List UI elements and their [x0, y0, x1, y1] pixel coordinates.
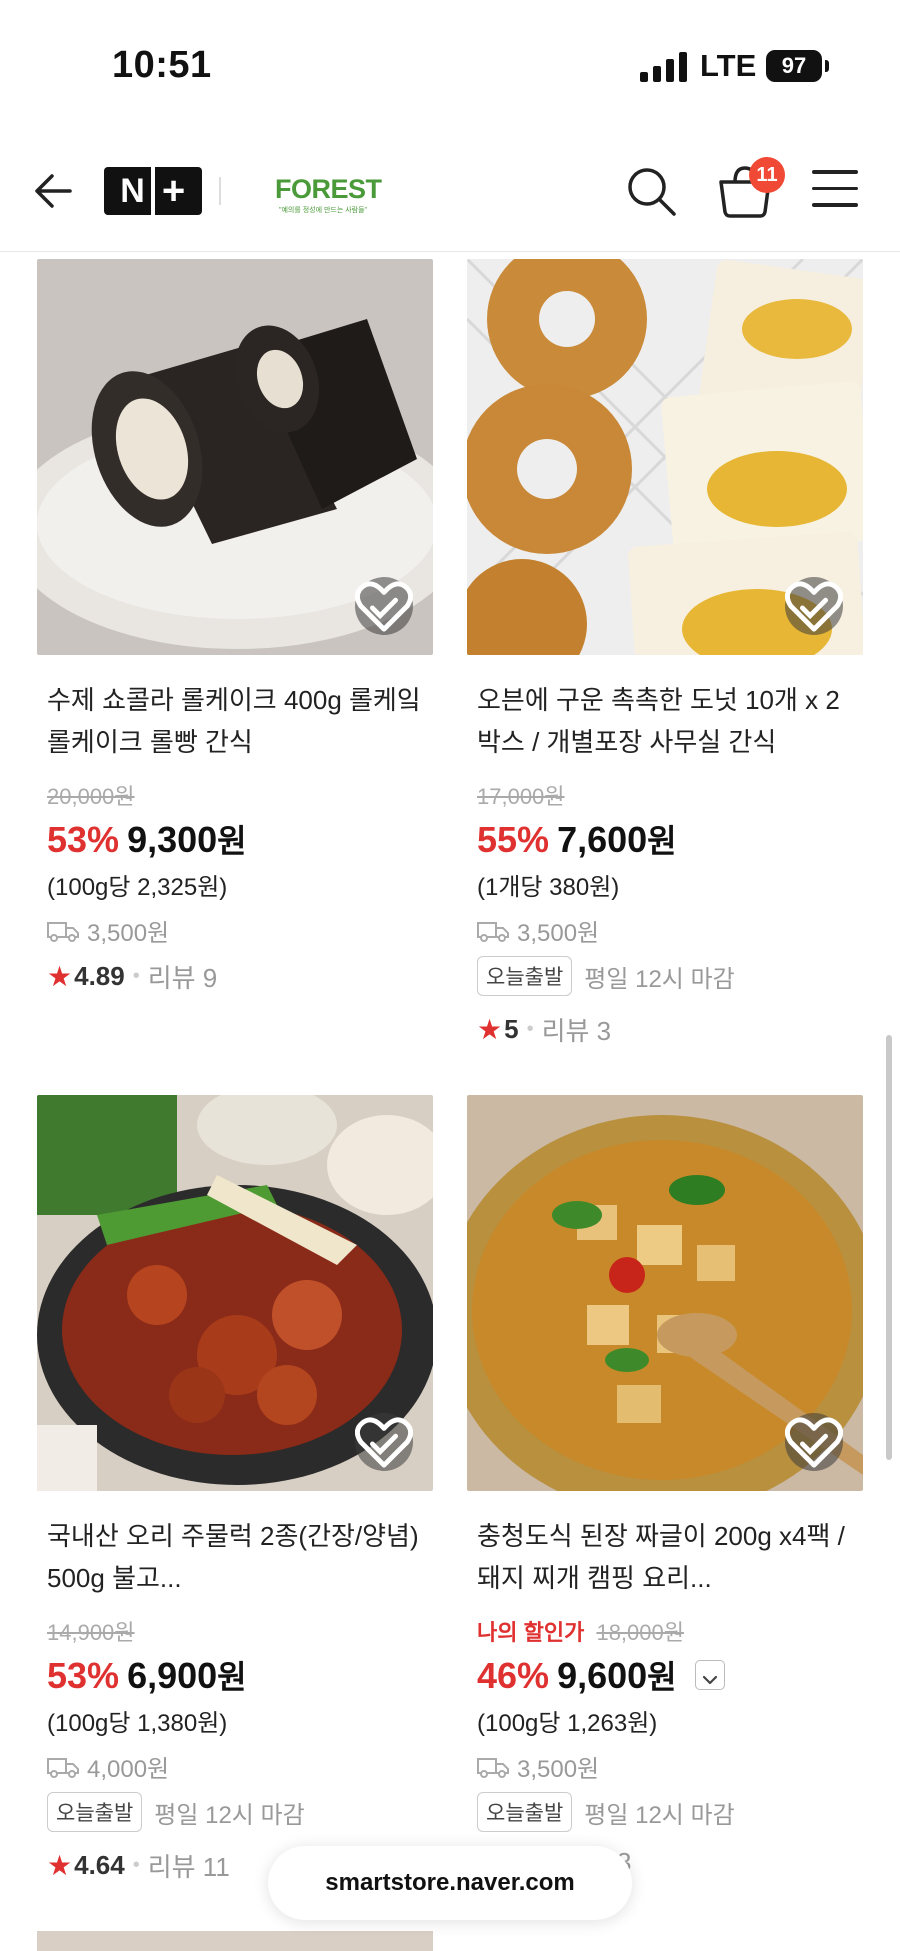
signal-icon	[640, 52, 687, 82]
store-brand-logo[interactable]: FOREST	[275, 174, 382, 205]
review-count: 리뷰 11	[147, 1852, 230, 1882]
separator-dot: •	[132, 1854, 140, 1876]
wishlist-heart-icon[interactable]	[355, 1413, 413, 1471]
shipping-fee: 3,500원	[477, 1749, 599, 1784]
battery-cap	[825, 60, 829, 72]
network-type: LTE	[700, 48, 757, 83]
shipping-fee-value: 3,500원	[517, 1756, 600, 1783]
product-title[interactable]: 수제 쇼콜라 롤케이크 400g 롤케잌 롤케이크 롤빵 간식	[47, 679, 427, 763]
original-price-row: 나의 할인가 18,000원	[477, 1615, 684, 1647]
review-count: 리뷰 9	[147, 963, 218, 993]
product-title[interactable]: 오븐에 구운 촉촉한 도넛 10개 x 2박스 / 개별포장 사무실 간식	[477, 679, 857, 763]
today-dispatch-row: 오늘출발 평일 12시 마감	[477, 956, 735, 996]
today-dispatch-row: 오늘출발 평일 12시 마감	[477, 1792, 735, 1832]
discount-rate: 53%	[47, 819, 120, 860]
star-icon: ★	[477, 1014, 503, 1045]
back-arrow-icon[interactable]	[30, 166, 80, 216]
truck-icon	[477, 1757, 509, 1778]
rating-score: 5	[504, 1014, 519, 1044]
wishlist-heart-icon[interactable]	[355, 577, 413, 635]
original-price: 17,000원	[477, 784, 565, 809]
product-image[interactable]	[467, 1095, 863, 1491]
shipping-fee-value: 3,500원	[87, 920, 170, 947]
next-product-image-peek	[37, 1931, 433, 1951]
today-dispatch-badge: 오늘출발	[47, 1792, 143, 1832]
shipping-fee-value: 3,500원	[517, 920, 600, 947]
url-bar[interactable]: smartstore.naver.com	[268, 1846, 632, 1920]
product-image[interactable]	[37, 1095, 433, 1491]
price-value: 9,300	[127, 819, 218, 860]
rating-row: ★ 5 • 리뷰 3	[477, 1011, 611, 1048]
wishlist-heart-icon[interactable]	[785, 1413, 843, 1471]
sale-price: 53% 9,300원	[47, 816, 247, 862]
separator-dot: •	[132, 965, 140, 987]
naver-plus-logo[interactable]: N +	[104, 167, 202, 215]
product-title[interactable]: 충청도식 된장 짜글이 200g x4팩 / 돼지 찌개 캠핑 요리...	[477, 1515, 857, 1599]
truck-icon	[47, 921, 79, 942]
status-bar: 10:51 LTE 97	[0, 0, 900, 130]
original-price: 18,000원	[596, 1620, 684, 1645]
status-time: 10:51	[112, 44, 212, 86]
price-unit: 원	[647, 823, 677, 859]
unit-price: (100g당 2,325원)	[47, 874, 228, 901]
top-nav: N + FOREST "예의를 정성에 만드는 사람들" 11	[0, 130, 900, 252]
today-dispatch-row: 오늘출발 평일 12시 마감	[47, 1792, 305, 1832]
price-detail-chevron-down-icon[interactable]	[694, 1660, 725, 1691]
truck-icon	[47, 1757, 79, 1778]
scrollbar[interactable]	[886, 1035, 892, 1460]
product-image[interactable]	[467, 259, 863, 655]
nav-divider	[219, 177, 221, 205]
battery-icon: 97	[766, 50, 822, 82]
review-count: 리뷰 3	[541, 1016, 612, 1046]
price-unit: 원	[217, 823, 247, 859]
store-brand-tagline: "예의를 정성에 만드는 사람들"	[278, 207, 368, 214]
shipping-fee: 3,500원	[47, 913, 169, 948]
rating-score: 4.64	[74, 1850, 125, 1880]
discount-rate: 53%	[47, 1655, 120, 1696]
logo-n: N	[120, 171, 145, 210]
truck-icon	[477, 921, 509, 942]
separator-dot: •	[526, 1018, 534, 1040]
original-price: 20,000원	[47, 784, 135, 809]
rating-row: ★ 4.64 • 리뷰 11	[47, 1847, 230, 1884]
search-icon[interactable]	[624, 164, 678, 218]
hamburger-menu-icon[interactable]	[812, 170, 860, 210]
price-value: 7,600	[557, 819, 648, 860]
unit-price: (1개당 380원)	[477, 874, 620, 901]
discount-rate: 46%	[477, 1655, 550, 1696]
sale-price: 53% 6,900원	[47, 1652, 247, 1698]
sale-price: 46% 9,600원	[477, 1652, 725, 1698]
my-deal-label: 나의 할인가	[477, 1620, 585, 1645]
discount-rate: 55%	[477, 819, 550, 860]
sale-price: 55% 7,600원	[477, 816, 677, 862]
today-dispatch-deadline: 평일 12시 마감	[154, 1801, 305, 1829]
price-unit: 원	[217, 1659, 247, 1695]
today-dispatch-badge: 오늘출발	[477, 1792, 573, 1832]
shipping-fee: 4,000원	[47, 1749, 169, 1784]
rating-score: 4.89	[74, 961, 125, 991]
today-dispatch-badge: 오늘출발	[477, 956, 573, 996]
rating-row: ★ 4.89 • 리뷰 9	[47, 958, 217, 995]
star-icon: ★	[47, 961, 73, 992]
unit-price: (100g당 1,263원)	[477, 1710, 658, 1737]
shipping-fee-value: 4,000원	[87, 1756, 170, 1783]
wishlist-heart-icon[interactable]	[785, 577, 843, 635]
price-unit: 원	[647, 1659, 677, 1695]
product-image[interactable]	[37, 259, 433, 655]
shipping-fee: 3,500원	[477, 913, 599, 948]
logo-plus: +	[161, 168, 186, 213]
price-value: 6,900	[127, 1655, 218, 1696]
unit-price: (100g당 1,380원)	[47, 1710, 228, 1737]
price-value: 9,600	[557, 1655, 648, 1696]
original-price: 14,900원	[47, 1620, 135, 1645]
today-dispatch-deadline: 평일 12시 마감	[584, 1801, 735, 1829]
product-title[interactable]: 국내산 오리 주물럭 2종(간장/양념) 500g 불고...	[47, 1515, 427, 1599]
star-icon: ★	[47, 1850, 73, 1881]
cart-count-badge: 11	[749, 157, 785, 193]
today-dispatch-deadline: 평일 12시 마감	[584, 965, 735, 993]
